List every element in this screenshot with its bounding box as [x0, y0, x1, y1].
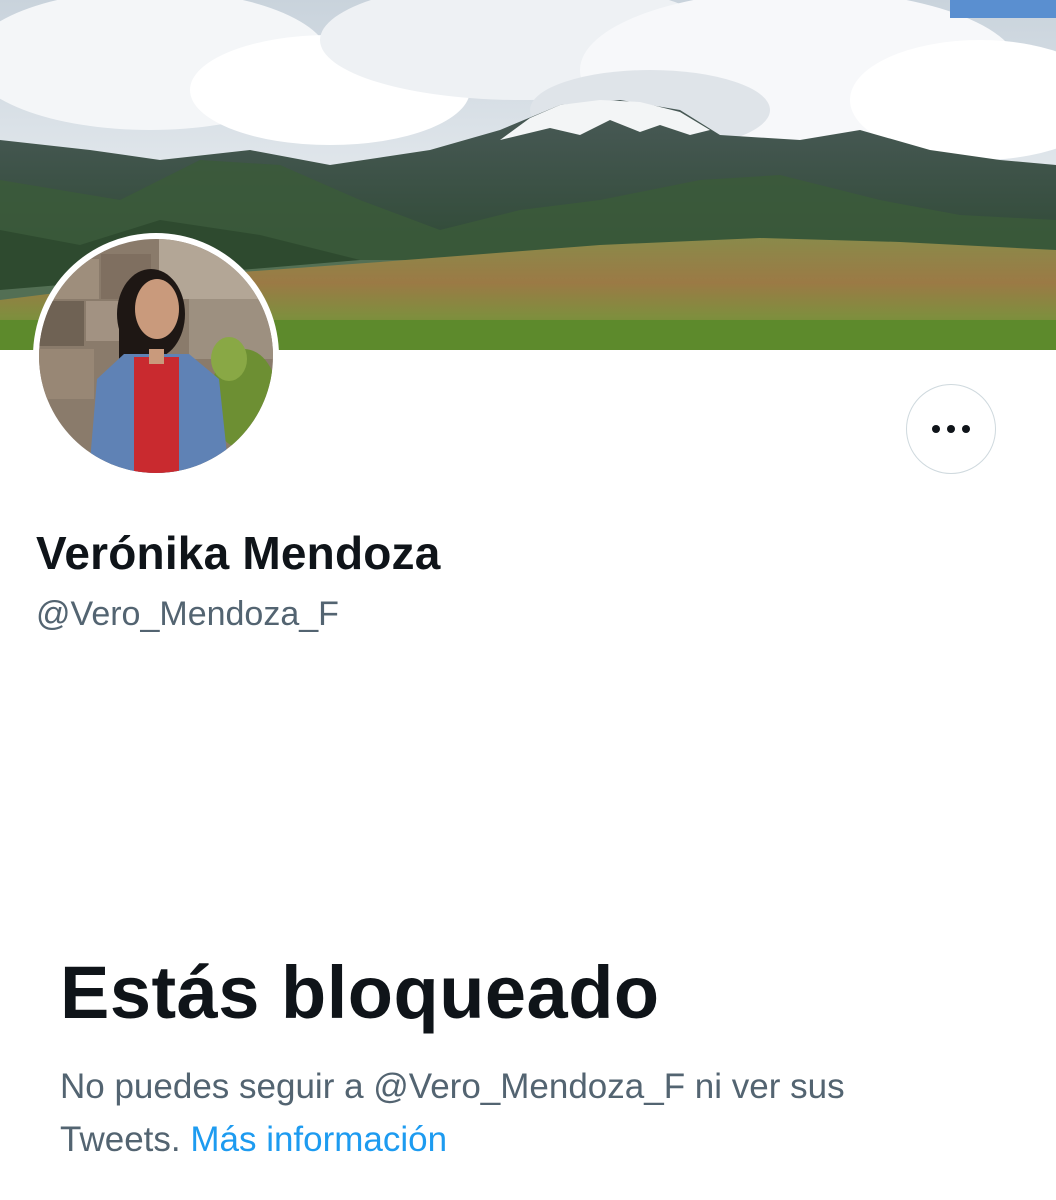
more-info-link[interactable]: Más información [190, 1120, 447, 1159]
profile-handle: @Vero_Mendoza_F [36, 595, 339, 633]
blocked-description-text: No puedes seguir a @Vero_Mendoza_F ni ve… [60, 1067, 845, 1159]
profile-avatar[interactable] [33, 233, 279, 479]
more-options-button[interactable] [906, 384, 996, 474]
profile-page: Verónika Mendoza @Vero_Mendoza_F Estás b… [0, 0, 1056, 1200]
blocked-title: Estás bloqueado [60, 951, 660, 1034]
display-name: Verónika Mendoza [36, 527, 441, 579]
more-horizontal-icon [932, 425, 970, 433]
blocked-description: No puedes seguir a @Vero_Mendoza_F ni ve… [60, 1060, 960, 1166]
avatar-photo [39, 239, 273, 473]
